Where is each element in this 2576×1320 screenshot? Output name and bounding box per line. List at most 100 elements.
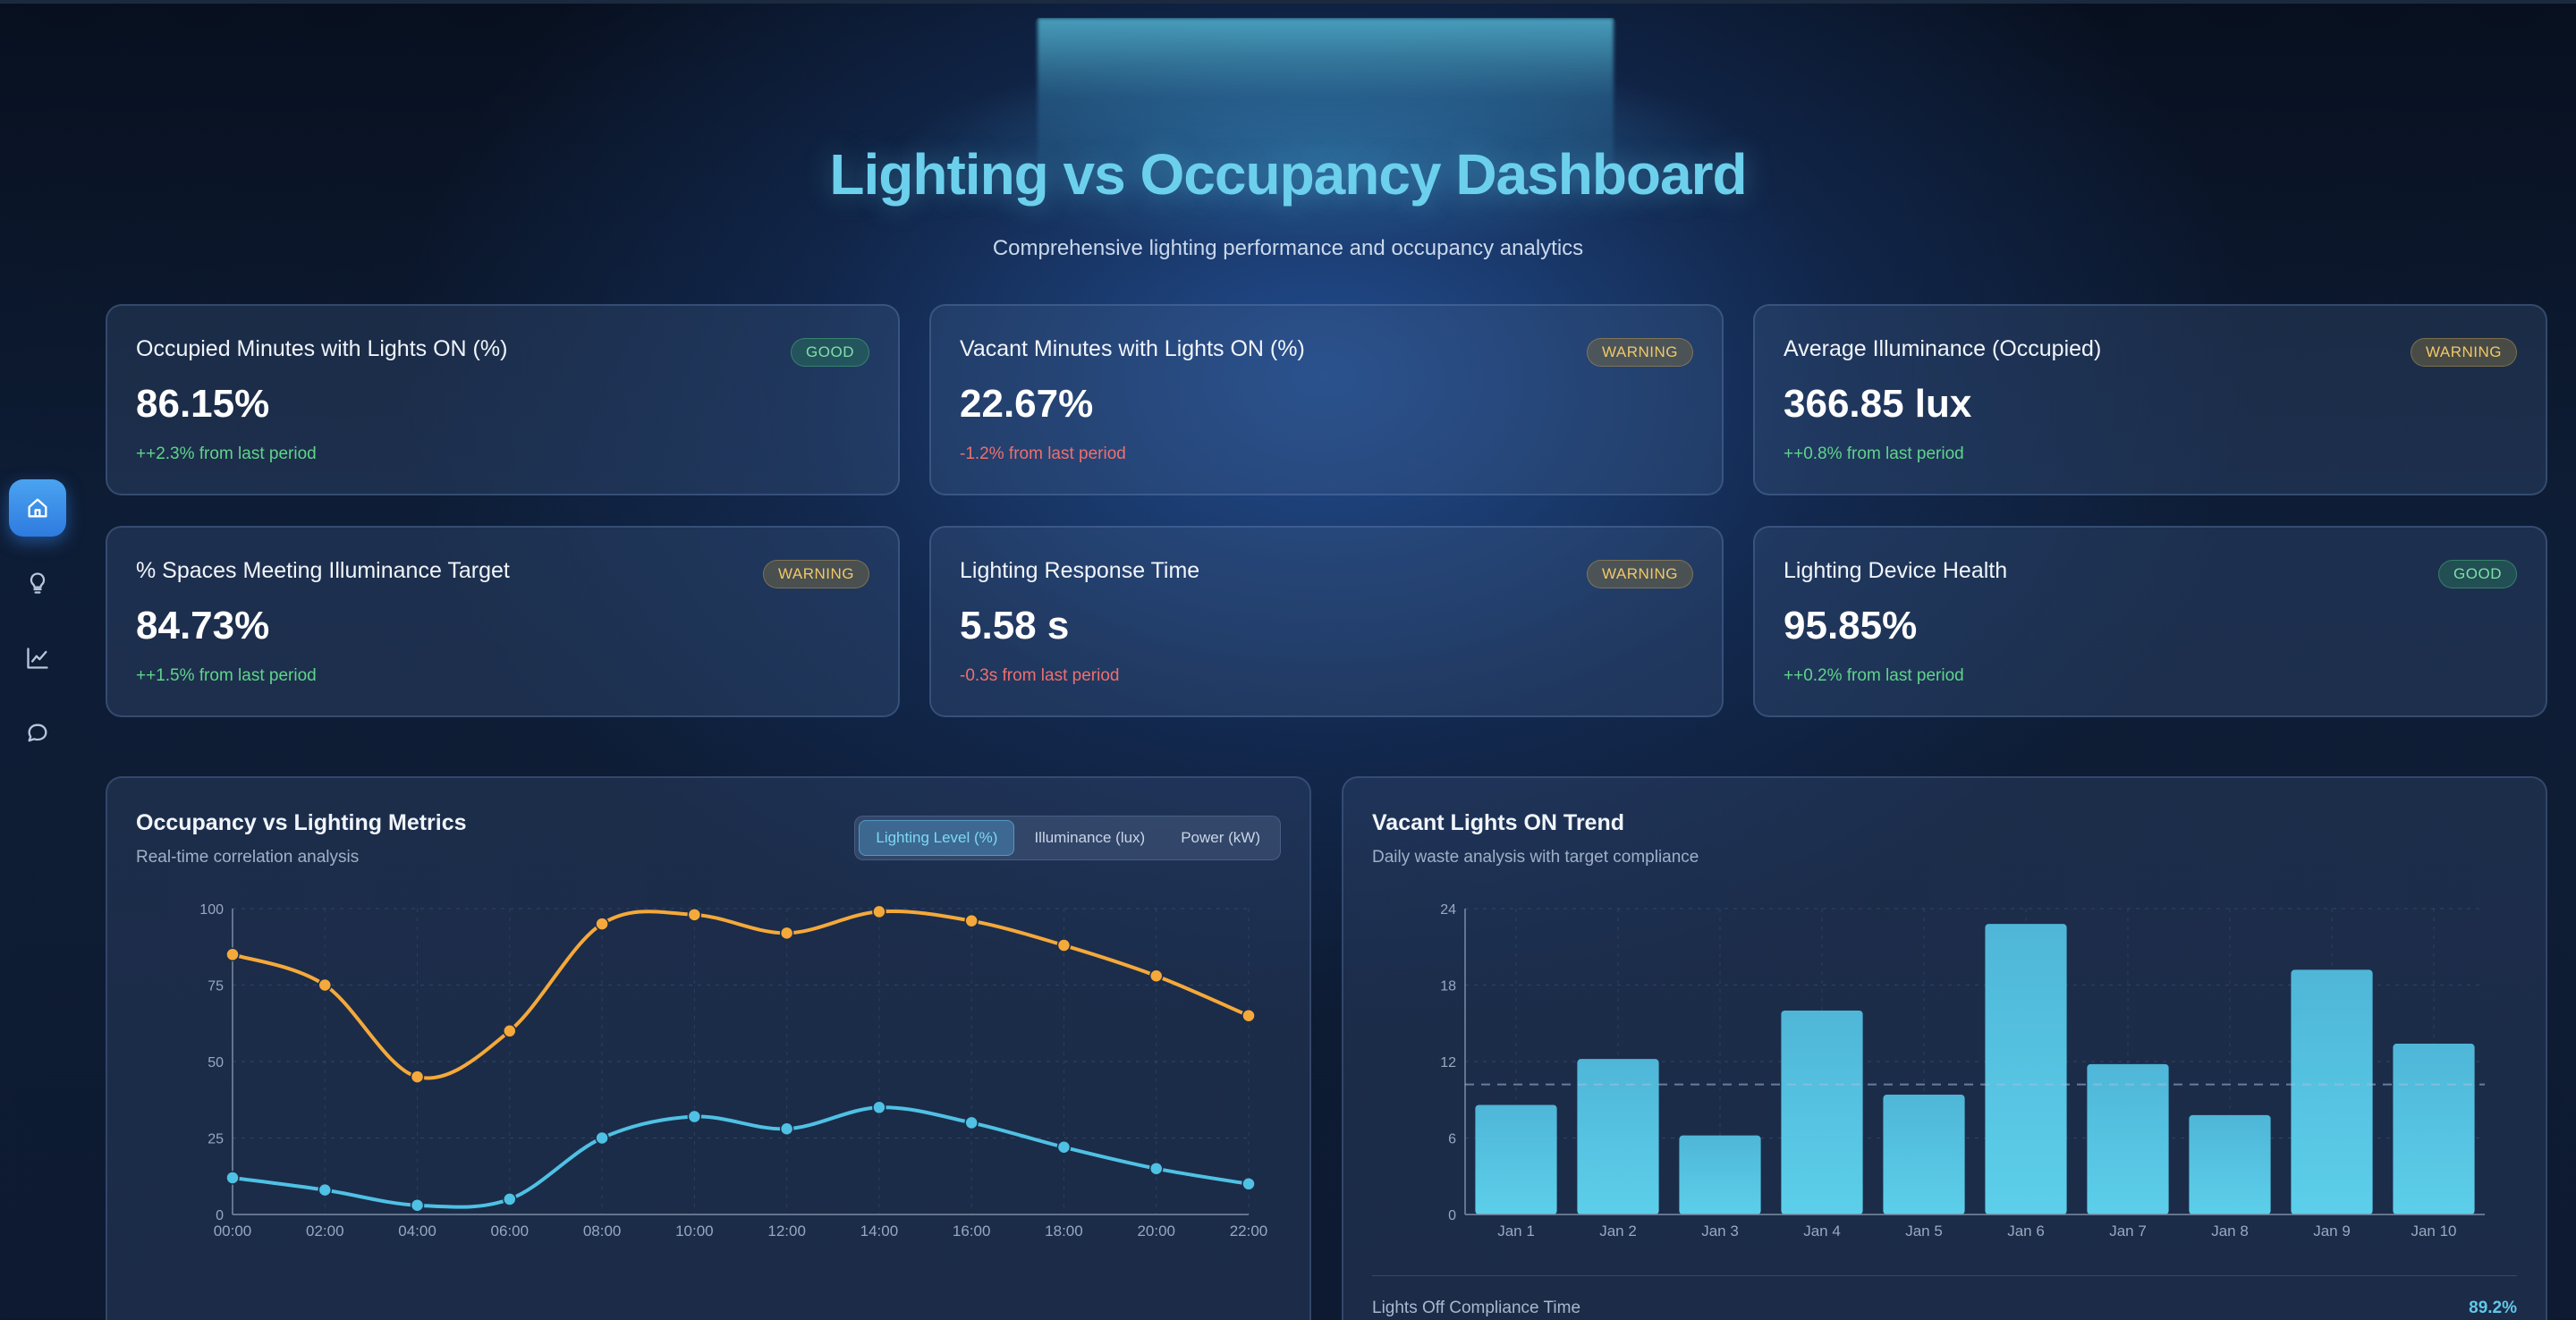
- data-point: [1148, 969, 1164, 983]
- bar: [2189, 1114, 2271, 1214]
- sidebar-item-analytics[interactable]: [9, 630, 66, 687]
- x-tick-label: Jan 8: [2211, 1223, 2249, 1240]
- y-tick-label: 75: [208, 979, 224, 994]
- y-tick-label: 0: [216, 1208, 224, 1223]
- x-tick-label: 18:00: [1045, 1223, 1083, 1240]
- bar-chart: 0 6 12 18 24 Jan 1 Jan 2 Jan 3 Jan 4 Jan 5 Jan 6 Ja…: [1440, 902, 2485, 1240]
- metric-card-vacant-lights-on[interactable]: Vacant Minutes with Lights ON (%) WARNIN…: [929, 304, 1724, 495]
- metric-title: Lighting Device Health: [1784, 558, 2008, 583]
- data-point: [1148, 1161, 1164, 1176]
- vacant-lights-trend-panel: Vacant Lights ON Trend Daily waste analy…: [1342, 776, 2547, 1320]
- data-point: [1241, 1177, 1256, 1191]
- data-point: [687, 1109, 702, 1124]
- y-tick-label: 100: [199, 902, 224, 918]
- y-tick-label: 24: [1440, 902, 1456, 918]
- metric-change: ++1.5% from last period: [136, 666, 317, 685]
- y-tick-label: 25: [208, 1132, 224, 1147]
- x-tick-label: 06:00: [491, 1223, 530, 1240]
- x-tick-label: 16:00: [953, 1223, 991, 1240]
- x-tick-label: 04:00: [398, 1223, 436, 1240]
- lightbulb-icon: [30, 572, 46, 594]
- data-point: [595, 1130, 609, 1146]
- data-point: [779, 1121, 794, 1136]
- y-tick-label: 6: [1448, 1132, 1456, 1147]
- metric-change: ++2.3% from last period: [136, 444, 317, 463]
- metric-title: Vacant Minutes with Lights ON (%): [960, 336, 1305, 361]
- data-point: [410, 1197, 425, 1213]
- status-badge: GOOD: [2438, 560, 2517, 588]
- metric-change: ++0.2% from last period: [1784, 666, 1964, 685]
- data-point: [225, 947, 240, 962]
- data-point: [595, 917, 609, 931]
- x-tick-label: Jan 2: [1599, 1223, 1637, 1240]
- data-point: [410, 1070, 425, 1084]
- data-point: [1056, 938, 1072, 952]
- metric-value: 86.15%: [136, 382, 270, 426]
- x-tick-label: Jan 10: [2411, 1223, 2456, 1240]
- x-tick-label: Jan 5: [1905, 1223, 1943, 1240]
- y-tick-label: 12: [1440, 1055, 1456, 1070]
- data-point: [687, 908, 702, 922]
- data-point: [872, 1100, 886, 1115]
- metric-change: ++0.8% from last period: [1784, 444, 1964, 463]
- data-point: [503, 1192, 517, 1206]
- x-tick-label: 08:00: [583, 1223, 622, 1240]
- y-tick-label: 0: [1448, 1208, 1456, 1223]
- metric-card-spaces-meeting-target[interactable]: % Spaces Meeting Illuminance Target WARN…: [106, 526, 900, 717]
- sidebar-item-lighting[interactable]: [9, 554, 66, 612]
- line-chart-icon: [27, 647, 48, 669]
- metric-card-average-illuminance[interactable]: Average Illuminance (Occupied) WARNING 3…: [1753, 304, 2547, 495]
- status-badge: GOOD: [791, 338, 869, 367]
- metric-title: Lighting Response Time: [960, 558, 1200, 583]
- bar: [1781, 1011, 1863, 1214]
- y-tick-label: 18: [1440, 979, 1456, 994]
- series-line-0: [232, 909, 1250, 1080]
- bar: [2291, 969, 2373, 1214]
- data-point: [964, 913, 979, 928]
- x-tick-label: Jan 4: [1803, 1223, 1841, 1240]
- data-point: [503, 1024, 517, 1038]
- line-chart: 0 25 50 75 100 00:00 02:00 04:00 06:00 08:00 10:00…: [199, 902, 1268, 1240]
- status-badge: WARNING: [1586, 560, 1693, 588]
- page-title: Lighting vs Occupancy Dashboard: [829, 142, 1747, 207]
- x-tick-label: 10:00: [675, 1223, 714, 1240]
- x-tick-label: Jan 1: [1497, 1223, 1535, 1240]
- data-point: [318, 977, 333, 993]
- panel-divider: [1372, 1275, 2517, 1276]
- metric-card-occupied-lights-on[interactable]: Occupied Minutes with Lights ON (%) GOOD…: [106, 304, 900, 495]
- occupancy-lighting-panel: Occupancy vs Lighting Metrics Real-time …: [106, 776, 1311, 1320]
- home-icon: [28, 498, 47, 518]
- x-tick-label: Jan 6: [2007, 1223, 2045, 1240]
- data-point: [225, 1171, 240, 1185]
- data-point: [779, 926, 794, 941]
- metric-card-response-time[interactable]: Lighting Response Time WARNING 5.58 s -0…: [929, 526, 1724, 717]
- window-top-edge: [0, 0, 2576, 4]
- metric-value: 22.67%: [960, 382, 1094, 426]
- bar: [1577, 1059, 1659, 1214]
- bar: [1985, 924, 2067, 1214]
- x-tick-label: 00:00: [214, 1223, 252, 1240]
- bar: [1475, 1104, 1557, 1214]
- compliance-label: Lights Off Compliance Time: [1372, 1299, 1581, 1317]
- metric-change: -0.3s from last period: [960, 666, 1120, 685]
- status-badge: WARNING: [762, 560, 869, 588]
- bar: [2393, 1044, 2475, 1214]
- sidebar-item-home[interactable]: [9, 479, 66, 537]
- x-tick-label: 22:00: [1230, 1223, 1268, 1240]
- status-badge: WARNING: [2410, 338, 2517, 367]
- metric-value: 5.58 s: [960, 604, 1070, 647]
- metric-value: 84.73%: [136, 604, 270, 647]
- metric-title: Occupied Minutes with Lights ON (%): [136, 336, 508, 361]
- x-tick-label: 12:00: [767, 1223, 806, 1240]
- data-point: [872, 904, 886, 919]
- data-point: [964, 1115, 979, 1130]
- bar: [1679, 1135, 1761, 1214]
- bar: [1883, 1095, 1965, 1214]
- metric-change: -1.2% from last period: [960, 444, 1126, 463]
- status-badge: WARNING: [1586, 338, 1693, 367]
- metric-value: 95.85%: [1784, 604, 1918, 647]
- metric-card-device-health[interactable]: Lighting Device Health GOOD 95.85% ++0.2…: [1753, 526, 2547, 717]
- sidebar-item-messages[interactable]: [9, 705, 66, 762]
- data-point: [1241, 1008, 1256, 1023]
- metric-value: 366.85 lux: [1784, 382, 1972, 426]
